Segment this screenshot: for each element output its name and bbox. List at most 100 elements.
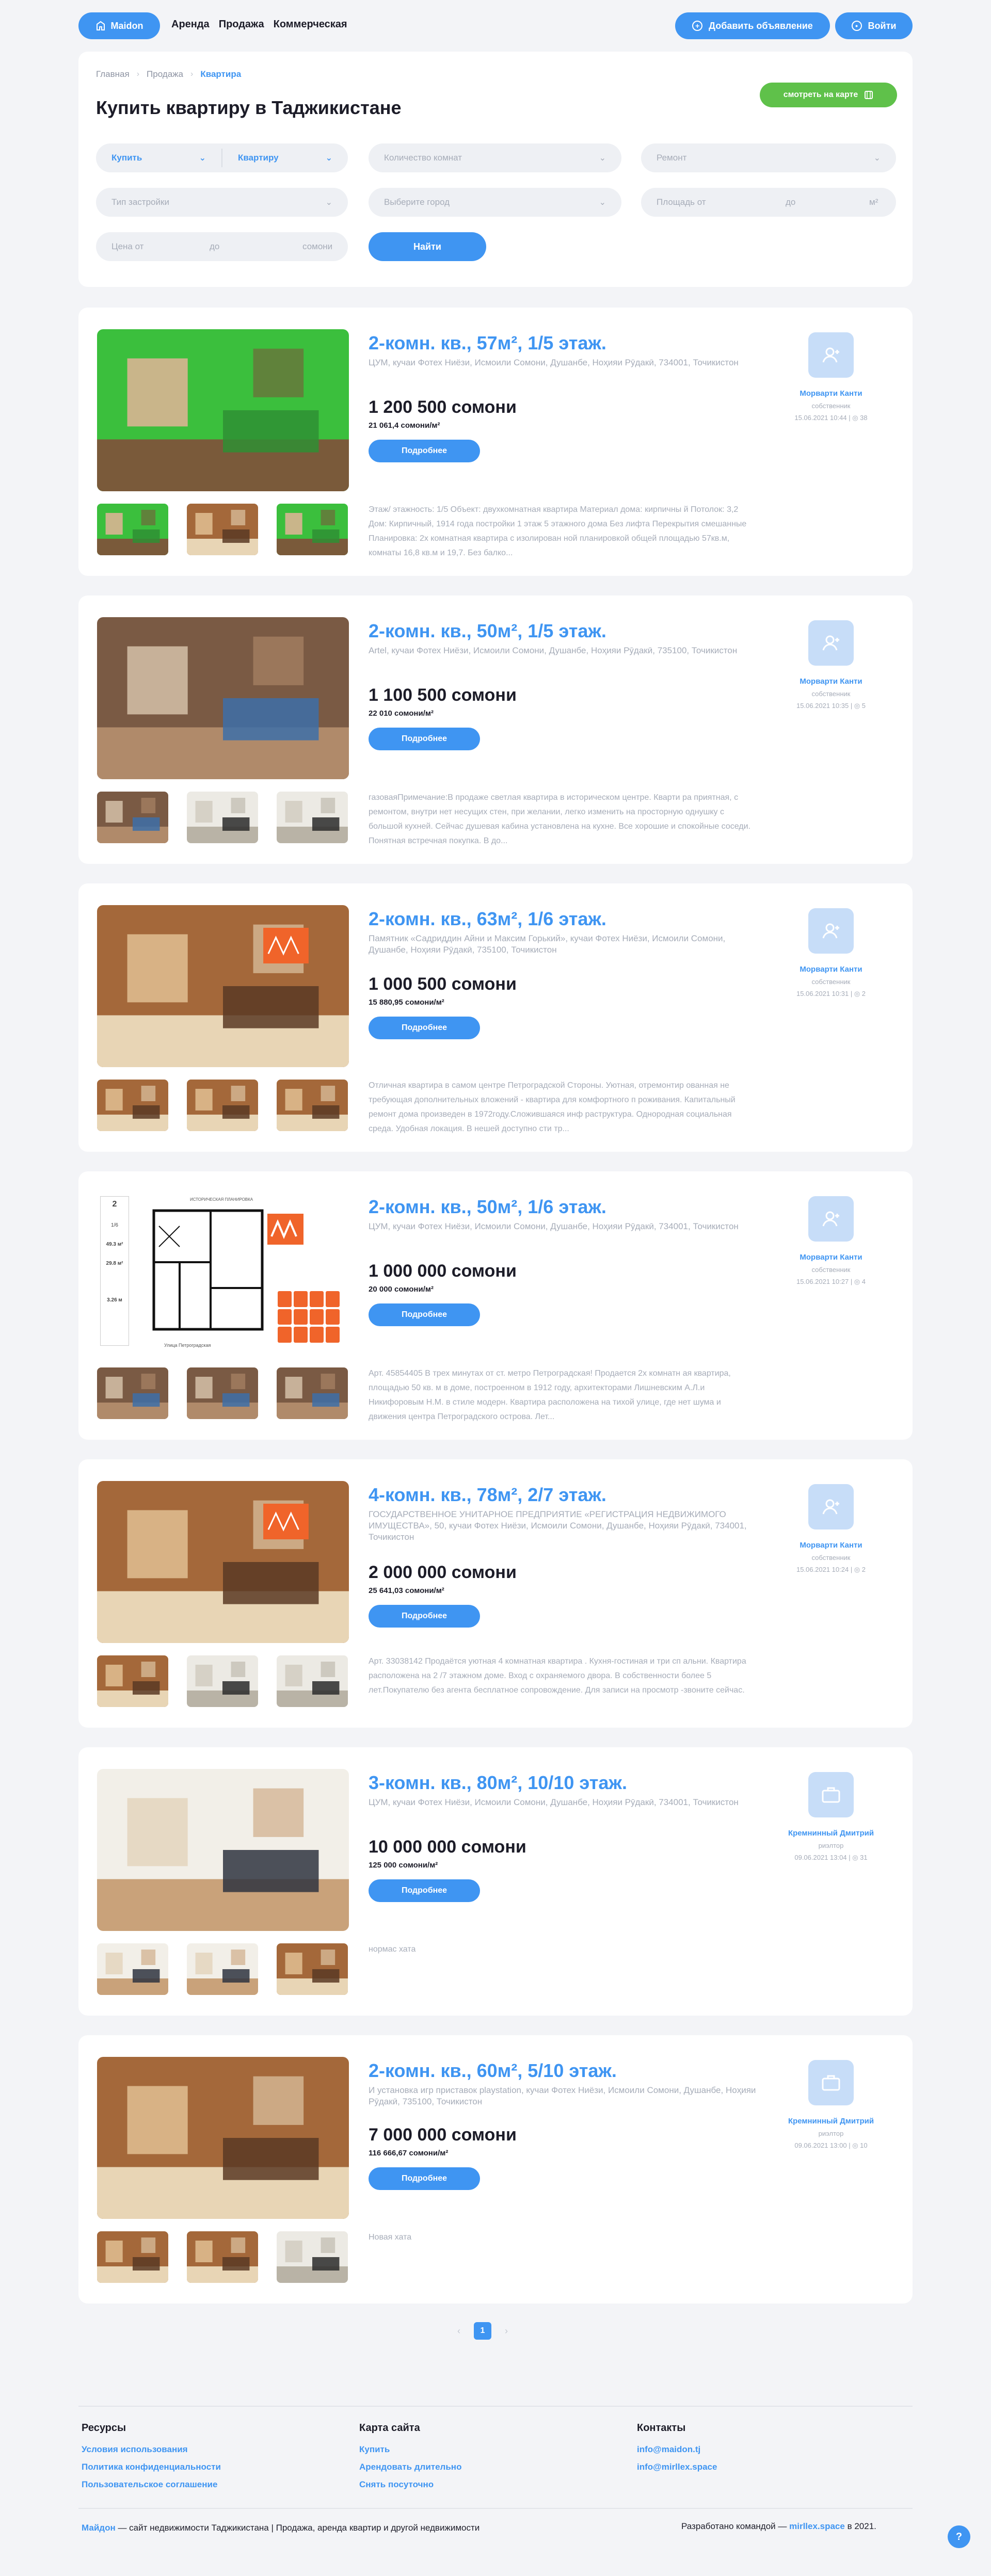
listing-thumbnail[interactable] (97, 1655, 168, 1707)
footer-link-agreement[interactable]: Пользовательское соглашение (82, 2480, 221, 2490)
renovation-select[interactable]: Ремонт ⌄ (641, 143, 896, 172)
listing-description: Новая хата (369, 2233, 412, 2242)
listing-thumbnail[interactable] (187, 504, 258, 555)
listing-main-photo[interactable] (97, 905, 349, 1067)
listing-card[interactable]: 2-комн. кв., 60м², 5/10 этаж. И установк… (78, 2035, 913, 2304)
listing-details-button[interactable]: Подробнее (369, 1017, 480, 1039)
logo[interactable]: Maidon (78, 12, 160, 39)
price-to-input[interactable]: до (210, 242, 219, 252)
listing-main-photo[interactable] (97, 1769, 349, 1931)
listing-thumbnail[interactable] (277, 504, 348, 555)
nav-sale[interactable]: Продажа (219, 19, 264, 30)
seller-name[interactable]: Морварти Канти (769, 965, 893, 974)
rooms-select[interactable]: Количество комнат ⌄ (369, 143, 621, 172)
listing-thumbnail[interactable] (97, 2231, 168, 2283)
area-from-input[interactable]: Площадь от (657, 197, 706, 207)
listing-card[interactable]: 3-комн. кв., 80м², 10/10 этаж. ЦУМ, куча… (78, 1747, 913, 2016)
prev-page-icon[interactable]: ‹ (457, 2326, 460, 2337)
footer-link-buy[interactable]: Купить (359, 2444, 461, 2455)
listing-details-button[interactable]: Подробнее (369, 1879, 480, 1902)
listing-thumbnail[interactable] (187, 792, 258, 843)
listing-title[interactable]: 2-комн. кв., 60м², 5/10 этаж. (369, 2060, 617, 2082)
listing-main-photo[interactable] (97, 1481, 349, 1643)
listing-thumbnail[interactable] (277, 792, 348, 843)
listing-thumbnail[interactable] (277, 1655, 348, 1707)
price-range-field[interactable]: Цена от до сомони (96, 232, 348, 261)
footer-email-mirllex[interactable]: info@mirllex.space (637, 2462, 717, 2472)
footer-link-rent-daily[interactable]: Снять посуточно (359, 2480, 461, 2490)
next-page-icon[interactable]: › (505, 2326, 508, 2337)
footer-link-privacy[interactable]: Политика конфиденциальности (82, 2462, 221, 2472)
listing-thumbnail[interactable] (97, 1943, 168, 1995)
listing-thumbnail[interactable] (187, 1080, 258, 1131)
listing-main-photo[interactable] (97, 2057, 349, 2219)
listing-title[interactable]: 2-комн. кв., 63м², 1/6 этаж. (369, 908, 606, 930)
listing-thumbnail[interactable] (187, 2231, 258, 2283)
breadcrumb-sale[interactable]: Продажа (147, 69, 183, 79)
seller-name[interactable]: Морварти Канти (769, 389, 893, 398)
listing-card[interactable]: 2-комн. кв., 57м², 1/5 этаж. ЦУМ, кучаи … (78, 308, 913, 576)
seller-name[interactable]: Кремнинный Дмитрий (769, 2117, 893, 2126)
breadcrumb-home[interactable]: Главная (96, 69, 130, 79)
listing-title[interactable]: 4-комн. кв., 78м², 2/7 этаж. (369, 1484, 606, 1506)
listing-title[interactable]: 3-комн. кв., 80м², 10/10 этаж. (369, 1772, 627, 1794)
search-button[interactable]: Найти (369, 232, 486, 261)
avatar[interactable] (808, 620, 854, 666)
avatar[interactable] (808, 2060, 854, 2105)
add-listing-button[interactable]: + Добавить объявление (675, 12, 830, 39)
property-type-select[interactable]: Квартиру ⌄ (222, 143, 348, 172)
listing-main-photo[interactable] (97, 329, 349, 491)
listing-main-photo[interactable] (97, 617, 349, 779)
help-button[interactable]: ? (948, 2525, 970, 2548)
listing-details-button[interactable]: Подробнее (369, 1303, 480, 1326)
avatar[interactable] (808, 1484, 854, 1530)
listing-card[interactable]: 2-комн. кв., 50м², 1/5 этаж. Artel, куча… (78, 595, 913, 864)
listing-thumbnail[interactable] (277, 1943, 348, 1995)
footer-email-maidon[interactable]: info@maidon.tj (637, 2444, 717, 2455)
footer-link-terms[interactable]: Условия использования (82, 2444, 221, 2455)
listing-card[interactable]: 2 1/6 49.3 м² 29.8 м² 3.26 м ИСТОРИЧЕСКА… (78, 1171, 913, 1440)
listing-title[interactable]: 2-комн. кв., 57м², 1/5 этаж. (369, 332, 606, 354)
seller-name[interactable]: Кремнинный Дмитрий (769, 1829, 893, 1838)
avatar[interactable] (808, 1772, 854, 1817)
listing-card[interactable]: 2-комн. кв., 63м², 1/6 этаж. Памятник «С… (78, 883, 913, 1152)
listing-thumbnail[interactable] (187, 1943, 258, 1995)
seller-name[interactable]: Морварти Канти (769, 1541, 893, 1550)
listing-thumbnail[interactable] (187, 1367, 258, 1419)
listing-thumbnail[interactable] (277, 1080, 348, 1131)
listing-thumbnail[interactable] (97, 792, 168, 843)
developer-link[interactable]: mirllex.space (789, 2521, 845, 2531)
listing-thumbnail[interactable] (97, 1367, 168, 1419)
avatar[interactable] (808, 908, 854, 954)
listing-details-button[interactable]: Подробнее (369, 440, 480, 462)
price-from-input[interactable]: Цена от (111, 242, 143, 252)
listing-title[interactable]: 2-комн. кв., 50м², 1/5 этаж. (369, 620, 606, 642)
listing-thumbnail[interactable] (187, 1655, 258, 1707)
login-button[interactable]: • Войти (835, 12, 913, 39)
listing-thumbnail[interactable] (97, 504, 168, 555)
map-view-button[interactable]: смотреть на карте (760, 83, 897, 107)
listing-thumbnail[interactable] (97, 1080, 168, 1131)
listing-details-button[interactable]: Подробнее (369, 2167, 480, 2190)
listing-main-photo[interactable]: 2 1/6 49.3 м² 29.8 м² 3.26 м ИСТОРИЧЕСКА… (97, 1193, 349, 1355)
nav-commercial[interactable]: Коммерческая (274, 19, 347, 30)
footer-link-rent-long[interactable]: Арендовать длительно (359, 2462, 461, 2472)
area-to-input[interactable]: до (786, 197, 795, 207)
listing-thumbnail[interactable] (277, 1367, 348, 1419)
city-select[interactable]: Выберите город ⌄ (369, 188, 621, 217)
avatar[interactable] (808, 1196, 854, 1242)
listing-card[interactable]: 4-комн. кв., 78м², 2/7 этаж. ГОСУДАРСТВЕ… (78, 1459, 913, 1728)
page-button-current[interactable]: 1 (474, 2322, 491, 2340)
area-range-field[interactable]: Площадь от до м² (641, 188, 896, 217)
avatar[interactable] (808, 332, 854, 378)
seller-name[interactable]: Морварти Канти (769, 677, 893, 686)
nav-rent[interactable]: Аренда (171, 19, 210, 30)
building-type-select[interactable]: Тип застройки ⌄ (96, 188, 348, 217)
listing-details-button[interactable]: Подробнее (369, 728, 480, 750)
listing-thumbnail[interactable] (277, 2231, 348, 2283)
listing-details-button[interactable]: Подробнее (369, 1605, 480, 1628)
seller-name[interactable]: Морварти Канти (769, 1253, 893, 1262)
listing-title[interactable]: 2-комн. кв., 50м², 1/6 этаж. (369, 1196, 606, 1218)
deal-type-select[interactable]: Купить ⌄ (96, 143, 221, 172)
copyright-brand[interactable]: Майдон (82, 2523, 116, 2533)
